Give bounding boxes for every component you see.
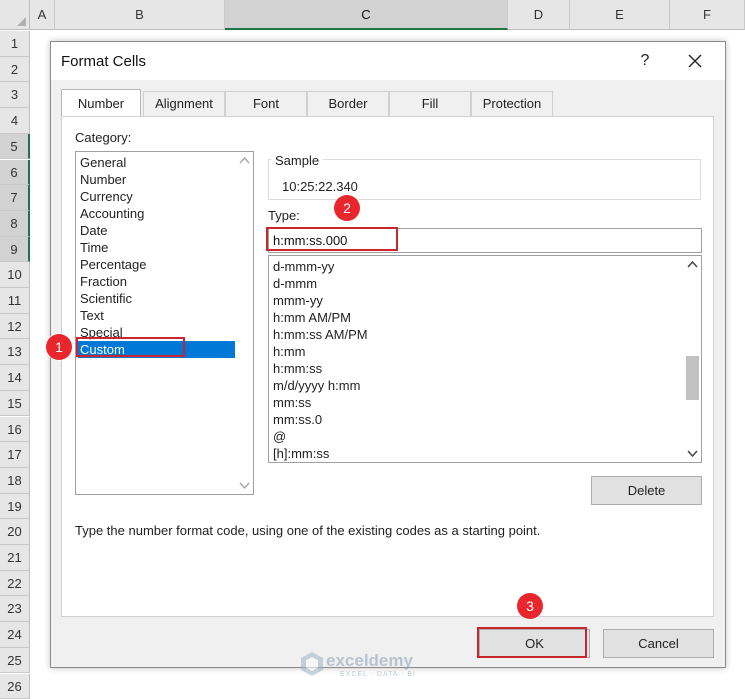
type-format-item[interactable]: h:mm:ss	[273, 360, 322, 377]
category-item[interactable]: Accounting	[78, 205, 235, 222]
cancel-button[interactable]: Cancel	[603, 629, 714, 658]
hint-text: Type the number format code, using one o…	[75, 523, 540, 538]
row-header[interactable]: 1	[0, 31, 30, 57]
row-header[interactable]: 18	[0, 468, 30, 494]
step-2-badge: 2	[334, 195, 360, 221]
step-1-badge: 1	[46, 334, 72, 360]
category-label: Category:	[75, 130, 131, 145]
type-format-item[interactable]: h:mm:ss AM/PM	[273, 326, 368, 343]
exceldemy-logo-icon	[300, 651, 324, 677]
tab-font[interactable]: Font	[225, 91, 307, 116]
type-format-item[interactable]: d-mmm-yy	[273, 258, 334, 275]
help-button[interactable]: ?	[633, 50, 657, 72]
dialog-titlebar: Format Cells ?	[51, 42, 725, 80]
row-header[interactable]: 22	[0, 571, 30, 597]
row-header[interactable]: 16	[0, 417, 30, 443]
number-tab-panel: Category: GeneralNumberCurrencyAccountin…	[61, 116, 714, 617]
row-header[interactable]: 15	[0, 391, 30, 417]
category-item[interactable]: Custom	[78, 341, 235, 358]
column-header-c[interactable]: C	[225, 0, 508, 30]
type-format-item[interactable]: mm:ss.0	[273, 411, 322, 428]
scroll-down-icon[interactable]	[236, 477, 253, 494]
tab-fill[interactable]: Fill	[389, 91, 471, 116]
category-item[interactable]: Text	[78, 307, 235, 324]
type-format-listbox[interactable]: d-mmm-yyd-mmmmmm-yyh:mm AM/PMh:mm:ss AM/…	[268, 255, 702, 463]
type-format-item[interactable]: h:mm AM/PM	[273, 309, 351, 326]
scroll-thumb[interactable]	[686, 356, 699, 400]
row-header[interactable]: 13	[0, 339, 30, 365]
type-format-item[interactable]: m/d/yyyy h:mm	[273, 377, 360, 394]
type-label: Type:	[268, 208, 300, 223]
type-input[interactable]	[268, 228, 702, 253]
close-button[interactable]	[681, 48, 709, 74]
exceldemy-watermark: exceldemy EXCEL · DATA · BI	[300, 651, 450, 681]
row-header[interactable]: 7	[0, 185, 30, 211]
category-item[interactable]: Scientific	[78, 290, 235, 307]
step-3-badge: 3	[517, 593, 543, 619]
row-header[interactable]: 14	[0, 365, 30, 391]
row-header[interactable]: 21	[0, 545, 30, 571]
row-header[interactable]: 25	[0, 648, 30, 674]
category-item[interactable]: Fraction	[78, 273, 235, 290]
scroll-up-icon[interactable]	[236, 152, 253, 169]
category-item[interactable]: Currency	[78, 188, 235, 205]
category-item[interactable]: Number	[78, 171, 235, 188]
tab-protection[interactable]: Protection	[471, 91, 553, 116]
close-icon	[681, 48, 709, 74]
row-header[interactable]: 4	[0, 108, 30, 134]
tab-number[interactable]: Number	[61, 89, 141, 116]
category-item[interactable]: General	[78, 154, 235, 171]
row-header[interactable]: 23	[0, 596, 30, 622]
tab-border[interactable]: Border	[307, 91, 389, 116]
format-cells-dialog: Format Cells ? Number Alignment Font Bor…	[50, 41, 726, 668]
row-header[interactable]: 11	[0, 288, 30, 314]
type-format-item[interactable]: d-mmm	[273, 275, 317, 292]
delete-button[interactable]: Delete	[591, 476, 702, 505]
scroll-down-icon[interactable]	[684, 445, 701, 462]
type-format-item[interactable]: @	[273, 428, 286, 445]
type-format-item[interactable]: [h]:mm:ss	[273, 445, 329, 462]
category-item[interactable]: Percentage	[78, 256, 235, 273]
column-header-e[interactable]: E	[570, 0, 670, 30]
category-scrollbar[interactable]	[236, 152, 253, 494]
sample-value: 10:25:22.340	[282, 179, 358, 194]
row-header[interactable]: 17	[0, 442, 30, 468]
select-all-corner[interactable]	[0, 0, 30, 30]
watermark-tagline: EXCEL · DATA · BI	[340, 671, 416, 678]
row-header[interactable]: 2	[0, 57, 30, 83]
type-format-item[interactable]: mmm-yy	[273, 292, 323, 309]
column-header-d[interactable]: D	[508, 0, 570, 30]
sample-label: Sample	[271, 153, 323, 168]
scroll-up-icon[interactable]	[684, 256, 701, 273]
row-header[interactable]: 3	[0, 82, 30, 108]
category-item[interactable]: Date	[78, 222, 235, 239]
row-header[interactable]: 24	[0, 622, 30, 648]
column-header-f[interactable]: F	[670, 0, 745, 30]
row-header[interactable]: 9	[0, 237, 30, 263]
type-scrollbar[interactable]	[684, 256, 701, 462]
row-header[interactable]: 20	[0, 519, 30, 545]
category-item[interactable]: Special	[78, 324, 235, 341]
row-header[interactable]: 26	[0, 674, 30, 699]
tab-alignment[interactable]: Alignment	[143, 91, 225, 116]
watermark-name: exceldemy	[326, 651, 413, 671]
row-header[interactable]: 8	[0, 211, 30, 237]
row-header[interactable]: 10	[0, 262, 30, 288]
ok-button[interactable]: OK	[479, 629, 590, 658]
type-format-item[interactable]: h:mm	[273, 343, 306, 360]
row-header[interactable]: 6	[0, 160, 30, 186]
row-header[interactable]: 5	[0, 134, 30, 160]
column-header-b[interactable]: B	[55, 0, 225, 30]
type-format-item[interactable]: mm:ss	[273, 394, 311, 411]
category-listbox[interactable]: GeneralNumberCurrencyAccountingDateTimeP…	[75, 151, 254, 495]
dialog-title: Format Cells	[61, 53, 146, 70]
category-item[interactable]: Time	[78, 239, 235, 256]
row-header[interactable]: 12	[0, 314, 30, 340]
column-header-a[interactable]: A	[30, 0, 55, 30]
row-header[interactable]: 19	[0, 494, 30, 520]
